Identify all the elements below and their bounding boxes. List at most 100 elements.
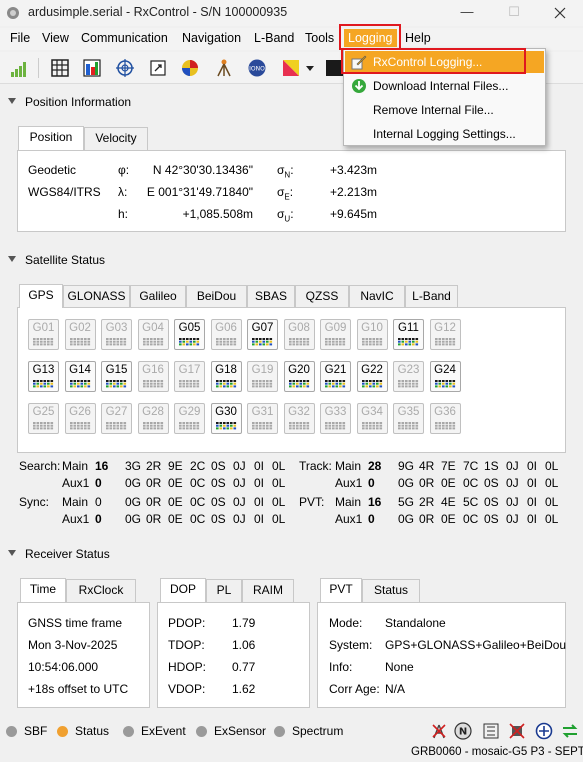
chevron-down-icon[interactable] [306, 66, 314, 72]
satellite-g07[interactable]: G07 [247, 319, 278, 350]
satellite-g12[interactable]: G12 [429, 319, 461, 350]
skyplot-icon[interactable] [180, 58, 200, 78]
satellite-g27[interactable]: G27 [101, 403, 132, 434]
satellite-g32[interactable]: G32 [283, 403, 315, 434]
iono-icon[interactable]: IONO [247, 58, 267, 78]
collapse-triangle-icon[interactable] [8, 550, 16, 556]
satellite-g15[interactable]: G15 [101, 361, 132, 392]
satellite-g11[interactable]: G11 [393, 319, 424, 350]
tab-pvt[interactable]: PVT [320, 578, 362, 602]
collapse-triangle-icon[interactable] [8, 256, 16, 262]
add-circle-icon[interactable] [535, 722, 553, 740]
satellite-g30[interactable]: G30 [210, 403, 242, 434]
tab-glonass[interactable]: GLONASS [63, 285, 130, 308]
satellite-g20[interactable]: G20 [283, 361, 315, 392]
satellite-g36[interactable]: G36 [429, 403, 461, 434]
tab-galileo[interactable]: Galileo [130, 285, 186, 308]
logging-status-icon[interactable] [482, 722, 500, 740]
menu-communication[interactable]: Communication [81, 31, 168, 45]
minimize-button[interactable]: — [444, 0, 490, 26]
ntrip-icon[interactable]: N [454, 722, 472, 740]
grid-icon[interactable] [50, 58, 70, 78]
satellite-g16[interactable]: G16 [137, 361, 169, 392]
signal-bar-cell [448, 422, 452, 424]
maximize-button[interactable]: ☐ [491, 0, 537, 26]
satellite-g35[interactable]: G35 [393, 403, 424, 434]
menu-internal-logging-settings[interactable]: Internal Logging Settings... [345, 123, 544, 145]
signal-bar-cell [441, 382, 445, 385]
signal-bars [106, 338, 127, 346]
satellite-g24[interactable]: G24 [429, 361, 461, 392]
network-off-icon[interactable] [508, 722, 526, 740]
satellite-section-header[interactable]: Satellite Status [0, 250, 583, 270]
position-section-title: Position Information [25, 95, 132, 109]
tab-position[interactable]: Position [18, 126, 84, 150]
satellite-g22[interactable]: G22 [356, 361, 388, 392]
tab-status[interactable]: Status [362, 579, 420, 602]
satellite-g17[interactable]: G17 [174, 361, 205, 392]
satellite-g33[interactable]: G33 [320, 403, 351, 434]
sbf-indicator-icon[interactable] [6, 726, 17, 737]
tab-rxclock[interactable]: RxClock [66, 579, 136, 602]
satellite-g03[interactable]: G03 [101, 319, 132, 350]
antenna-off-icon[interactable] [430, 722, 448, 740]
satellite-g02[interactable]: G02 [64, 319, 96, 350]
tab-sbas[interactable]: SBAS [247, 285, 295, 308]
signal-bar-cell [372, 427, 375, 430]
tripod-icon[interactable] [214, 58, 234, 78]
menu-remove-internal-file[interactable]: Remove Internal File... [345, 99, 544, 121]
menu-file[interactable]: File [10, 31, 30, 45]
menu-view[interactable]: View [42, 31, 69, 45]
receiver-section-header[interactable]: Receiver Status [0, 544, 583, 564]
satellite-g09[interactable]: G09 [320, 319, 351, 350]
tab-qzss[interactable]: QZSS [295, 285, 349, 308]
menu-help[interactable]: Help [405, 31, 431, 45]
waypoint-icon[interactable] [148, 58, 168, 78]
menu-lband[interactable]: L-Band [254, 31, 294, 45]
menu-download-internal-files[interactable]: Download Internal Files... [345, 75, 544, 97]
satellite-g21[interactable]: G21 [320, 361, 351, 392]
satellite-g25[interactable]: G25 [28, 403, 59, 434]
spectrum-indicator-icon[interactable] [274, 726, 285, 737]
satellite-g23[interactable]: G23 [393, 361, 424, 392]
tab-lband[interactable]: L-Band [405, 285, 458, 308]
satellite-g04[interactable]: G04 [137, 319, 169, 350]
tab-beidou[interactable]: BeiDou [186, 285, 247, 308]
status-indicator-icon[interactable] [57, 726, 68, 737]
satellite-g05[interactable]: G05 [174, 319, 205, 350]
tab-velocity[interactable]: Velocity [84, 127, 148, 150]
menu-tools[interactable]: Tools [305, 31, 334, 45]
satellite-g18[interactable]: G18 [210, 361, 242, 392]
collapse-triangle-icon[interactable] [8, 98, 16, 104]
tab-pl[interactable]: PL [206, 579, 242, 602]
bar-chart-icon[interactable] [82, 58, 102, 78]
satellite-g01[interactable]: G01 [28, 319, 59, 350]
satellite-g29[interactable]: G29 [174, 403, 205, 434]
satellite-g26[interactable]: G26 [64, 403, 96, 434]
color-map-icon[interactable] [281, 58, 301, 78]
tab-raim[interactable]: RAIM [242, 579, 294, 602]
transfer-arrows-icon[interactable] [561, 722, 579, 740]
satellite-g28[interactable]: G28 [137, 403, 169, 434]
satellite-g14[interactable]: G14 [64, 361, 96, 392]
menu-navigation[interactable]: Navigation [182, 31, 241, 45]
tab-time[interactable]: Time [20, 578, 66, 602]
satellite-g13[interactable]: G13 [28, 361, 59, 392]
satellite-g10[interactable]: G10 [356, 319, 388, 350]
tab-navic[interactable]: NavIC [349, 285, 405, 308]
tab-gps[interactable]: GPS [19, 284, 63, 308]
close-button[interactable] [537, 0, 583, 26]
satellite-g34[interactable]: G34 [356, 403, 388, 434]
crosshair-icon[interactable] [115, 58, 135, 78]
satellite-g06[interactable]: G06 [210, 319, 242, 350]
signal-bar-cell [80, 338, 83, 340]
satellite-g31[interactable]: G31 [247, 403, 278, 434]
satellite-g08[interactable]: G08 [283, 319, 315, 350]
tab-dop[interactable]: DOP [160, 578, 206, 602]
exsensor-indicator-icon[interactable] [196, 726, 207, 737]
exevent-indicator-icon[interactable] [123, 726, 134, 737]
satellite-g19[interactable]: G19 [247, 361, 278, 392]
signal-bar-cell [332, 340, 335, 343]
signal-bar-cell [299, 343, 302, 346]
signal-strength-icon[interactable] [10, 58, 30, 78]
